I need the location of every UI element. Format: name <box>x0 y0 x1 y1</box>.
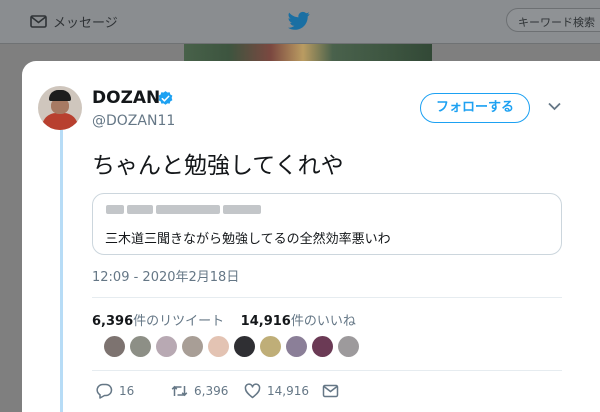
follow-button[interactable]: フォローする <box>420 93 530 123</box>
mail-icon <box>30 15 47 28</box>
timestamp[interactable]: 12:09 - 2020年2月18日 <box>92 266 239 285</box>
reply-icon <box>96 383 113 399</box>
divider <box>92 370 562 371</box>
liker-avatar[interactable] <box>182 336 203 357</box>
retweet-button[interactable]: 6,396 <box>171 383 244 399</box>
liker-avatars <box>104 336 359 357</box>
tweet-stats: 6,396件のリツイート 14,916件のいいね <box>92 310 356 329</box>
user-handle[interactable]: @DOZAN11 <box>92 113 175 129</box>
reply-button[interactable]: 16 <box>96 383 171 399</box>
like-button[interactable]: 14,916 <box>244 383 322 399</box>
liker-avatar[interactable] <box>104 336 125 357</box>
liker-avatar[interactable] <box>156 336 177 357</box>
retweet-icon <box>171 385 188 397</box>
liker-avatar[interactable] <box>286 336 307 357</box>
top-nav: メッセージ キーワード検索 <box>0 0 600 44</box>
quoted-author-blurred <box>106 205 261 218</box>
liker-avatar[interactable] <box>312 336 333 357</box>
quoted-tweet-text: 三木道三聞きながら勉強してるの全然効率悪いわ <box>105 232 391 247</box>
avatar[interactable] <box>38 86 82 130</box>
action-bar: 16 6,396 14,916 <box>96 383 339 399</box>
tweet-text: ちゃんと勉強してくれや <box>92 153 344 179</box>
retweet-stat[interactable]: 6,396件のリツイート <box>92 314 224 329</box>
display-name[interactable]: DOZAN <box>92 88 160 108</box>
thread-line <box>60 118 63 412</box>
divider <box>92 297 562 298</box>
chevron-down-icon[interactable] <box>548 102 561 111</box>
liker-avatar[interactable] <box>208 336 229 357</box>
like-stat[interactable]: 14,916件のいいね <box>241 314 356 329</box>
search-input[interactable]: キーワード検索 <box>506 8 600 32</box>
liker-avatar[interactable] <box>234 336 255 357</box>
nav-messages-label: メッセージ <box>53 16 118 31</box>
dm-icon <box>322 384 339 398</box>
verified-icon <box>158 91 173 105</box>
twitter-bird-icon[interactable] <box>288 11 310 31</box>
dm-button[interactable] <box>322 383 339 399</box>
liker-avatar[interactable] <box>338 336 359 357</box>
liker-avatar[interactable] <box>130 336 151 357</box>
nav-messages[interactable]: メッセージ <box>30 12 118 31</box>
quoted-tweet[interactable]: 三木道三聞きながら勉強してるの全然効率悪いわ <box>92 193 562 255</box>
liker-avatar[interactable] <box>260 336 281 357</box>
like-icon <box>244 383 261 399</box>
